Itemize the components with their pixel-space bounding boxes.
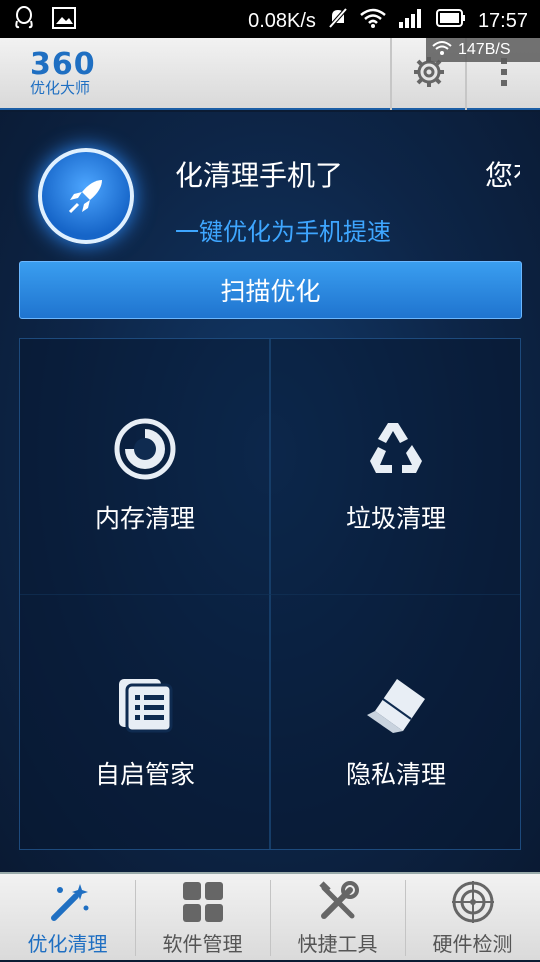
logo-number: 360 [30,47,96,82]
status-bar: 0.08K/s 17:57 [0,0,540,38]
tile-autostart-manager[interactable]: 自启管家 [20,595,270,850]
ticker-line-1: 化清理手机了 [175,159,344,192]
tile-privacy-clean[interactable]: 隐私清理 [271,595,521,850]
image-notification-icon [52,7,76,33]
mute-icon [328,7,348,35]
rocket-icon [64,174,108,222]
battery-icon [435,9,466,33]
apps-grid-icon [182,880,224,924]
wifi-icon [432,40,452,61]
tab-optimize-clean[interactable]: 优化清理 [0,874,135,962]
memory-gauge-icon [113,415,177,483]
net-speed-text: 0.08K/s [248,9,316,32]
feature-grid: 内存清理 垃圾清理 自启管家 隐私清理 [19,338,521,850]
tile-label: 自启管家 [94,760,195,789]
overlay-speed-text: 147B/S [458,41,511,58]
tile-junk-clean[interactable]: 垃圾清理 [271,339,521,594]
bottom-tab-bar: 优化清理 软件管理 快捷工具 硬件检测 [0,872,540,960]
wifi-icon [360,8,386,34]
scan-optimize-button[interactable]: 扫描优化 [19,261,522,319]
radar-icon [451,880,495,924]
tools-icon [316,880,360,924]
tab-label: 软件管理 [162,932,243,956]
tile-memory-clean[interactable]: 内存清理 [20,339,270,594]
logo-subtitle: 优化大师 [30,79,91,97]
tab-quick-tools[interactable]: 快捷工具 [270,874,405,962]
tile-label: 内存清理 [94,504,195,533]
signal-icon [398,8,424,34]
tile-label: 隐私清理 [345,760,446,789]
net-speed-overlay: 147B/S [426,38,540,62]
ticker-text: 化清理手机了 您有 [175,154,520,194]
hero-subtitle: 一键优化为手机提速 [175,218,391,246]
rocket-boost-button[interactable] [38,148,134,244]
tab-label: 优化清理 [27,932,108,956]
eraser-icon [363,671,429,739]
tab-label: 快捷工具 [297,932,378,956]
magic-wand-icon [46,880,90,924]
tab-software-manage[interactable]: 软件管理 [135,874,270,962]
main-panel: 化清理手机了 您有 一键优化为手机提速 扫描优化 内存清理 垃圾清理 自启管家 [0,112,540,872]
app-logo: 360 优化大师 [30,47,120,99]
qq-icon [14,6,34,34]
tile-label: 垃圾清理 [345,504,446,533]
clock-text: 17:57 [477,9,528,32]
list-document-icon [115,671,175,739]
more-vertical-icon [500,57,508,91]
tab-label: 硬件检测 [432,932,513,956]
ticker-line-2: 您有 [485,159,520,192]
recycle-icon [362,415,430,483]
tab-hardware-check[interactable]: 硬件检测 [405,874,540,962]
